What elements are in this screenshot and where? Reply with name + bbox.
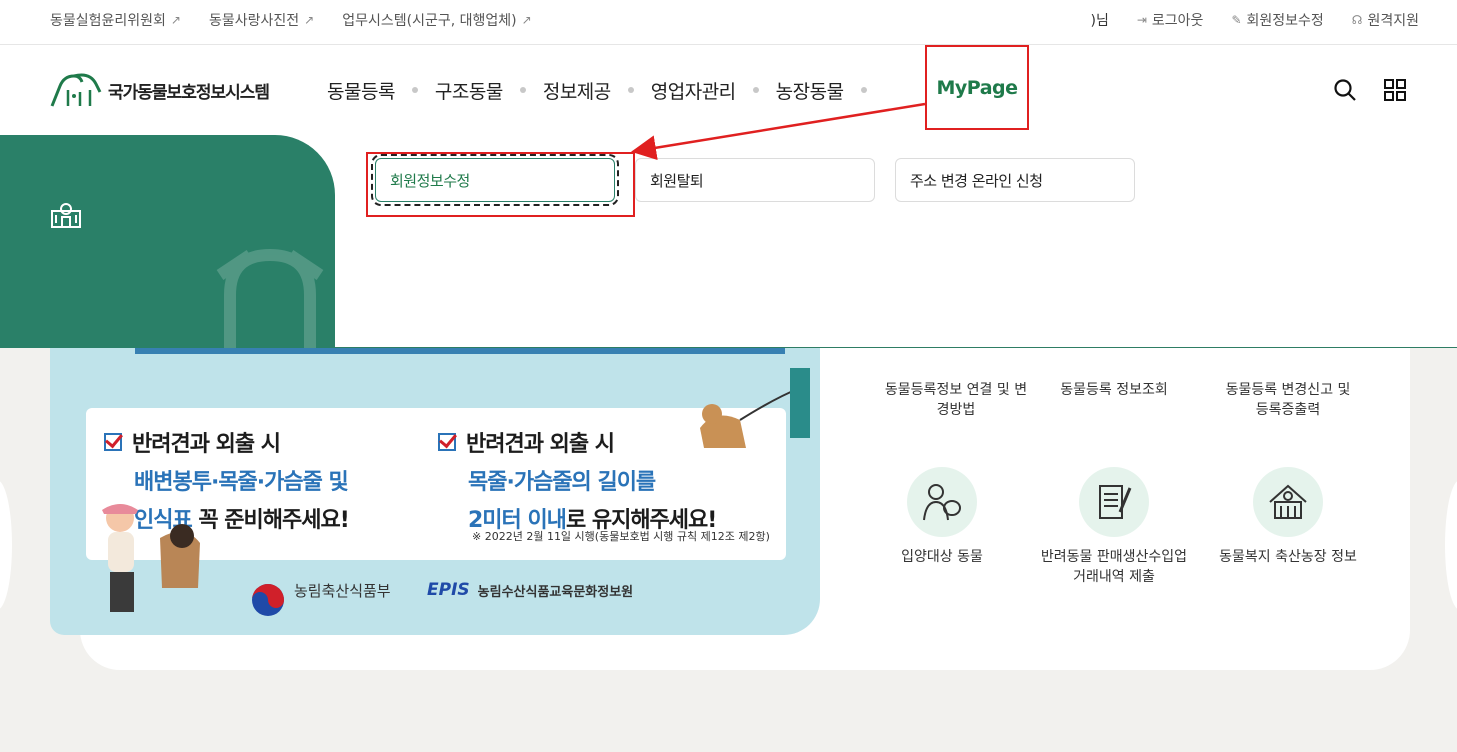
document-pen-icon — [1079, 467, 1149, 537]
quick-link-label: 동물복지 축산농장 정보 — [1219, 549, 1357, 565]
quick-link-label: 입양대상 동물 — [901, 549, 983, 565]
headset-icon: ☊ — [1351, 13, 1363, 27]
utility-bar: 동물실험윤리위원회 ↗ 동물사랑사진전 ↗ 업무시스템(시군구, 대행업체) ↗ )님… — [0, 0, 1457, 45]
util-link-photo-contest[interactable]: 동물사랑사진전 ↗ — [209, 10, 314, 30]
logo-animal-icon — [50, 73, 102, 107]
notice1-line2: 배변봉투·목줄·가슴줄 및 — [134, 470, 349, 495]
util-link-label: 동물사랑사진전 — [208, 13, 300, 29]
government-emblem-icon — [252, 584, 284, 616]
quick-link-welfare-farm[interactable]: 동물복지 축산농장 정보 — [1208, 467, 1368, 567]
external-link-icon: ↗ — [521, 13, 532, 27]
quick-link-adoption[interactable]: 입양대상 동물 — [862, 467, 1022, 567]
ministry-label: 농림축산식품부 — [294, 582, 391, 600]
external-link-icon: ↗ — [170, 13, 181, 27]
edit-icon: ✎ — [1231, 13, 1242, 27]
adoption-icon — [907, 467, 977, 537]
main-navigation: 국가동물보호정보시스템 동물등록 구조동물 정보제공 영업자관리 농장동물 My… — [0, 45, 1457, 135]
person-with-dog-illustration — [102, 504, 200, 612]
nav-item-farm-animals[interactable]: 농장동물 — [776, 77, 844, 104]
dog-walking-illustration — [700, 368, 810, 448]
epis-logo-group: EPIS 농림수산식품교육문화정보원 — [427, 580, 633, 600]
menu-separator — [519, 87, 526, 93]
nav-item-information[interactable]: 정보제공 — [543, 77, 611, 104]
submenu-withdraw[interactable]: 회원탈퇴 — [635, 158, 875, 202]
notice1-line3-rest: 꼭 준비해주세요! — [191, 508, 349, 533]
nav-item-mypage[interactable]: MyPage — [936, 77, 1018, 99]
remote-support-label: 원격지원 — [1367, 13, 1419, 29]
logout-label: 로그아웃 — [1151, 13, 1204, 29]
edit-member-info-link[interactable]: ✎ 회원정보수정 — [1231, 10, 1323, 30]
util-link-label: 업무시스템(시군구, 대행업체) — [342, 13, 517, 29]
carousel-prev-button[interactable] — [0, 480, 12, 610]
notice2-line2: 목줄·가슴줄의 길이를 — [468, 470, 656, 495]
campaign-banner[interactable]: 반려견과 외출 시 배변봉투·목줄·가슴줄 및 인식표 꼭 준비해주세요! 반려… — [50, 348, 820, 635]
search-icon[interactable] — [1333, 78, 1357, 102]
logout-link[interactable]: ⇥ 로그아웃 — [1137, 10, 1204, 30]
user-greeting: )님 — [1090, 13, 1109, 29]
nav-item-animal-registration[interactable]: 동물등록 — [327, 77, 395, 104]
external-link-icon: ↗ — [304, 13, 315, 27]
quick-link-label: 동물등록정보 연결 및 변경방법 — [884, 382, 1028, 418]
quick-link-sales-report[interactable]: 반려동물 판매생산수입업 거래내역 제출 — [1034, 467, 1194, 587]
logo-text: 국가동물보호정보시스템 — [108, 82, 270, 103]
dropdown-side-panel — [0, 135, 335, 348]
menu-separator — [860, 87, 867, 93]
menu-separator — [411, 87, 418, 93]
submenu-address-change[interactable]: 주소 변경 온라인 신청 — [895, 158, 1135, 202]
checkbox-icon — [104, 433, 122, 451]
mypage-dropdown: 회원정보수정 회원탈퇴 주소 변경 온라인 신청 — [0, 135, 1457, 348]
logout-icon: ⇥ — [1136, 13, 1147, 27]
notice2-line1: 반려견과 외출 시 — [466, 432, 615, 457]
banner-title-fragment — [135, 348, 785, 354]
util-link-work-system[interactable]: 업무시스템(시군구, 대행업체) ↗ — [342, 10, 531, 30]
nav-item-rescued-animals[interactable]: 구조동물 — [435, 77, 503, 104]
carousel-next-button[interactable] — [1445, 480, 1457, 610]
notice1-line1: 반려견과 외출 시 — [132, 432, 281, 457]
submenu-edit-member-info[interactable]: 회원정보수정 — [371, 154, 619, 206]
remote-support-link[interactable]: ☊ 원격지원 — [1352, 10, 1419, 30]
all-menu-grid-icon[interactable] — [1383, 78, 1407, 102]
menu-separator — [752, 87, 759, 93]
quick-link-label: 반려동물 판매생산수입업 거래내역 제출 — [1040, 549, 1188, 585]
mypage-building-icon — [51, 203, 81, 228]
dog-watermark-icon — [216, 248, 324, 348]
util-link-label: 동물실험윤리위원회 — [50, 13, 166, 29]
epis-label: 농림수산식품교육문화정보원 — [477, 584, 634, 600]
util-link-ethics-committee[interactable]: 동물실험윤리위원회 ↗ — [50, 10, 181, 30]
edit-info-label: 회원정보수정 — [1246, 13, 1324, 29]
highlight-box-mypage: MyPage — [925, 45, 1029, 130]
quick-link-label: 동물등록 정보조회 — [1060, 382, 1168, 398]
epis-logo: EPIS — [427, 580, 470, 600]
menu-separator — [627, 87, 634, 93]
gnb-menu: 동물등록 구조동물 정보제공 영업자관리 농장동물 MyPage — [327, 45, 965, 135]
site-logo[interactable]: 국가동물보호정보시스템 — [50, 72, 270, 108]
nav-icon-group — [1333, 78, 1407, 102]
checkbox-icon — [438, 433, 456, 451]
nav-item-business-management[interactable]: 영업자관리 — [651, 77, 736, 104]
quick-link-label: 동물등록 변경신고 및 등록증출력 — [1225, 382, 1351, 418]
farm-icon — [1253, 467, 1323, 537]
banner-note: ※ 2022년 2월 11일 시행(동물보호법 시행 규칙 제12조 제2항) — [472, 530, 770, 543]
